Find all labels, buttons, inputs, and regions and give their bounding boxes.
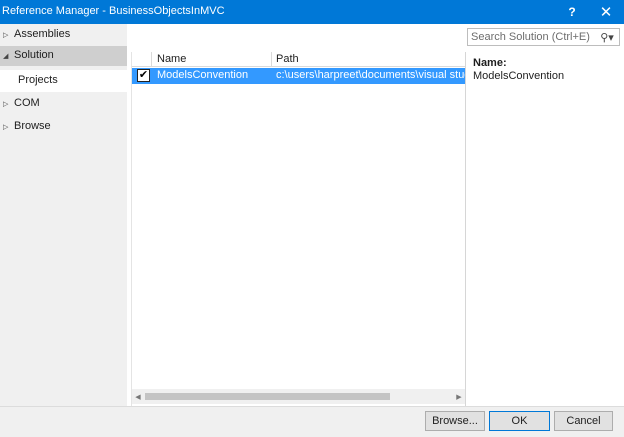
sidebar-item-label: Assemblies xyxy=(14,28,71,40)
table-row[interactable]: ✔ ModelsConvention c:\users\harpreet\doc… xyxy=(132,68,465,84)
search-icon[interactable]: ⚲▾ xyxy=(596,29,618,45)
include-checkbox[interactable]: ✔ xyxy=(137,69,150,82)
cell-name: ModelsConvention xyxy=(157,69,249,81)
horizontal-scrollbar[interactable]: ◀ ▶ xyxy=(132,389,465,404)
scroll-right-icon[interactable]: ▶ xyxy=(453,389,465,404)
details-name-label: Name: xyxy=(473,57,507,69)
column-header-name[interactable]: Name xyxy=(157,53,186,65)
column-header-path[interactable]: Path xyxy=(276,53,299,65)
sidebar-item-assemblies[interactable]: ▷ Assemblies xyxy=(0,25,127,45)
close-button[interactable]: ✕ xyxy=(589,0,623,24)
sidebar-item-label: Browse xyxy=(14,120,51,132)
cancel-button[interactable]: Cancel xyxy=(554,411,613,431)
cell-path: c:\users\harpreet\documents\visual studi… xyxy=(276,69,465,81)
ok-button[interactable]: OK xyxy=(489,411,550,431)
search-box[interactable]: ⚲▾ xyxy=(467,28,620,46)
scrollbar-thumb[interactable] xyxy=(145,393,390,400)
column-header-row: Name Path xyxy=(132,52,465,67)
collapse-arrow-icon[interactable]: ◢ xyxy=(3,50,11,62)
sidebar-item-label: Projects xyxy=(18,74,58,86)
browse-button[interactable]: Browse... xyxy=(425,411,485,431)
column-divider xyxy=(151,52,152,67)
title-bar: Reference Manager - BusinessObjectsInMVC… xyxy=(0,0,624,24)
sidebar-item-label: Solution xyxy=(14,49,54,61)
details-name-value: ModelsConvention xyxy=(473,70,565,82)
scroll-left-icon[interactable]: ◀ xyxy=(132,389,144,404)
help-button[interactable]: ? xyxy=(555,0,589,24)
sidebar-item-label: COM xyxy=(14,97,40,109)
reference-list: Name Path ✔ ModelsConvention c:\users\ha… xyxy=(131,52,466,406)
expand-arrow-icon[interactable]: ▷ xyxy=(3,29,11,41)
window-title: Reference Manager - BusinessObjectsInMVC xyxy=(2,5,225,17)
expand-arrow-icon[interactable]: ▷ xyxy=(3,121,11,133)
expand-arrow-icon[interactable]: ▷ xyxy=(3,98,11,110)
details-pane: Name: ModelsConvention xyxy=(473,57,620,82)
sidebar-item-projects[interactable]: Projects xyxy=(0,70,127,92)
column-divider[interactable] xyxy=(271,52,272,67)
sidebar: ▷ Assemblies ◢ Solution Projects ▷ COM ▷… xyxy=(0,24,127,406)
sidebar-item-solution[interactable]: ◢ Solution xyxy=(0,46,127,66)
dialog-footer: Browse... OK Cancel xyxy=(0,406,624,437)
search-input[interactable] xyxy=(471,30,596,44)
sidebar-item-browse[interactable]: ▷ Browse xyxy=(0,117,127,137)
sidebar-item-com[interactable]: ▷ COM xyxy=(0,94,127,114)
